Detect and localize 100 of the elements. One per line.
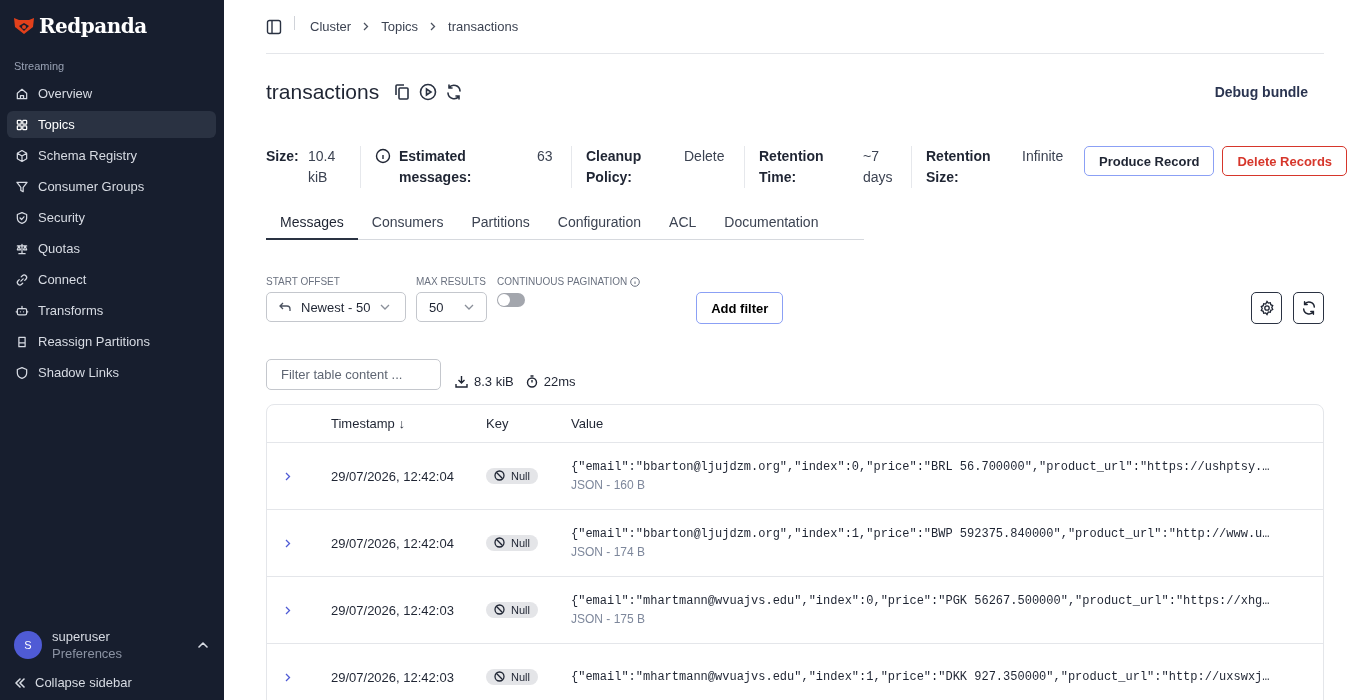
stopwatch-icon [525,374,538,388]
message-value: {"email":"mhartmann@wvuajvs.edu","index":0,"price":"PGK 56267.500000","product_url":"https://xhg… [571,594,1271,608]
sidebar-item[interactable]: Topics [7,111,216,138]
filter-input-field[interactable]: Filter table content ... [266,359,441,390]
prohibited-icon [494,671,505,683]
debug-bundle-button[interactable]: Debug bundle [1198,76,1324,108]
robot-icon [15,303,29,318]
sidebar-item[interactable]: Consumer Groups [7,173,216,200]
tab[interactable]: ACL [655,206,711,240]
sidebar-item[interactable]: Connect [7,266,216,293]
settings-button[interactable] [1251,292,1282,324]
info-icon[interactable] [375,148,391,164]
sidebar-item[interactable]: Quotas [7,235,216,262]
prohibited-icon [494,604,505,616]
start-offset-dropdown[interactable]: Newest - 50 [266,292,406,322]
stat-label: Size: [266,147,300,166]
link-icon [15,272,29,287]
elapsed-time: 22ms [543,373,576,389]
field-label: CONTINUOUS PAGINATION [497,276,628,287]
chevron-right-icon [363,22,370,31]
download-icon [455,374,468,388]
chevron-right-icon[interactable] [285,471,291,481]
chevron-right-icon[interactable] [285,672,291,682]
grid-icon [15,117,29,132]
brand-name: Redpanda [39,14,147,38]
message-value: {"email":"bbarton@ljujdzm.org","index":0,"price":"BRL 56.700000","product_url":"https://ushptsy.… [571,460,1271,474]
sidebar-item[interactable]: Schema Registry [7,142,216,169]
prohibited-icon [494,470,505,482]
cube-icon [15,148,29,163]
chevron-right-icon[interactable] [285,538,291,548]
stat-value: Infinite [1022,147,1065,166]
toggle-switch[interactable] [497,293,525,307]
shield-icon [15,365,29,380]
field-label: MAX RESULTS [416,276,487,287]
refresh-button[interactable] [1293,292,1324,324]
chevron-down-icon [380,304,391,310]
sidebar-item[interactable]: Reassign Partitions [7,328,216,355]
message-format-size: JSON - 175 B [571,612,647,626]
stat-label: Cleanup Policy: [586,147,643,187]
stat-value: Delete [684,147,726,166]
stat-value: ~7 days [863,147,894,187]
message-format-size: JSON - 160 B [571,478,647,492]
preferences-link[interactable]: Preferences [52,646,188,661]
cylinder-icon [15,334,29,349]
topic-title: transactions [266,80,380,104]
timestamp-cell: 29/07/2026, 12:42:03 [331,602,454,618]
field-label: START OFFSET [266,276,341,287]
tab[interactable]: Configuration [543,206,656,240]
sidebar-item[interactable]: Shadow Links [7,359,216,386]
copy-icon[interactable] [393,83,412,101]
panda-logo-icon [13,17,35,35]
user-avatar[interactable]: S [14,631,42,659]
timestamp-cell: 29/07/2026, 12:42:04 [331,535,454,551]
stat-value: 63 [537,147,554,166]
sidebar-toggle-icon[interactable] [266,18,282,35]
settings-icon [1258,300,1275,316]
stat-label: Estimated messages: [399,147,473,187]
column-header[interactable]: Value [571,416,604,431]
null-key-badge: Null [486,668,538,685]
tab[interactable]: Partitions [457,206,544,240]
tab[interactable]: Documentation [710,206,833,240]
scale-icon [15,241,29,256]
delete-records-button[interactable]: Delete Records [1222,146,1348,176]
chevron-up-icon[interactable] [198,642,208,648]
funnel-icon [15,179,29,194]
user-name: superuser [52,629,111,644]
message-format-size: JSON - 174 B [571,545,647,559]
refresh-icon[interactable] [445,83,464,101]
add-filter-button[interactable]: Add filter [696,292,784,324]
stat-value: 10.4 kiB [308,147,337,187]
chevron-right-icon[interactable] [285,605,291,615]
message-value: {"email":"bbarton@ljujdzm.org","index":1,"price":"BWP 592375.840000","product_url":"http://www.u… [571,527,1271,541]
section-heading: Streaming [13,60,66,72]
prohibited-icon [494,537,505,549]
timestamp-cell: 29/07/2026, 12:42:03 [331,669,454,685]
collapse-sidebar-button[interactable]: Collapse sidebar [7,675,216,690]
null-key-badge: Null [486,467,538,484]
chevron-right-icon [430,22,437,31]
breadcrumb-link[interactable]: Cluster [310,19,352,34]
null-key-badge: Null [486,601,538,618]
tab[interactable]: Consumers [357,206,458,240]
double-chevron-left-icon [15,677,25,688]
download-size: 8.3 kiB [474,373,514,389]
stat-label: Retention Size: [926,147,992,187]
chevron-down-icon [464,304,474,310]
stat-label: Retention Time: [759,147,825,187]
breadcrumb-link[interactable]: Topics [381,19,419,34]
refresh-icon [1300,300,1317,316]
tab[interactable]: Messages [266,206,358,240]
column-header[interactable]: Timestamp ↓ [331,416,405,431]
max-results-dropdown[interactable]: 50 [416,292,487,322]
message-value: {"email":"mhartmann@wvuajvs.edu","index":1,"price":"DKK 927.350000","product_url":"http://uxswxj… [571,670,1271,684]
house-icon [15,86,29,101]
produce-record-button[interactable]: Produce Record [1084,146,1215,176]
play-circle-icon[interactable] [419,83,438,101]
sidebar-item[interactable]: Security [7,204,216,231]
shield-check-icon [15,210,29,225]
column-header[interactable]: Key [486,416,509,431]
sidebar-item[interactable]: Overview [7,80,216,107]
sidebar-item[interactable]: Transforms [7,297,216,324]
